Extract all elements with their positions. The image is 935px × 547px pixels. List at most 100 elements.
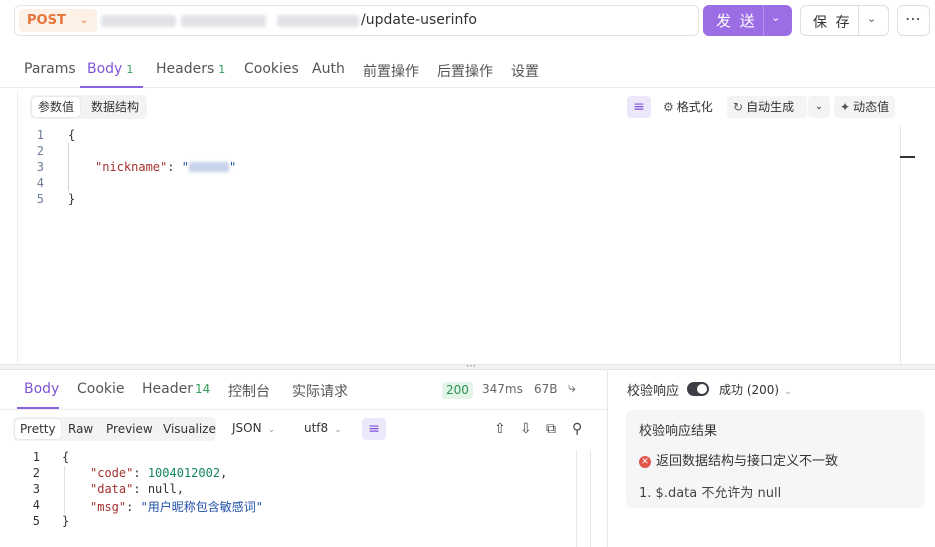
tab-cookies[interactable]: Cookies bbox=[244, 61, 299, 77]
request-tabs: Params Body 1 Headers 1 Cookies Auth 前置操作 … bbox=[0, 52, 935, 88]
method-label: POST bbox=[27, 13, 66, 28]
divider bbox=[607, 370, 608, 547]
tab-actual-request[interactable]: 实际请求 bbox=[292, 381, 348, 401]
format-select[interactable]: JSON ⌄ bbox=[232, 421, 275, 435]
tab-body[interactable]: Body 1 bbox=[87, 61, 133, 77]
tab-response-header[interactable]: Header 14 bbox=[142, 381, 210, 397]
json-key: "code" bbox=[90, 466, 134, 480]
drag-handle-icon[interactable]: ⋯ bbox=[466, 361, 477, 372]
segment-data-structure[interactable]: 数据结构 bbox=[85, 97, 145, 117]
method-select[interactable]: POST ⌄ bbox=[19, 9, 97, 32]
editor-scrollbar[interactable] bbox=[900, 126, 915, 364]
magic-wand-icon: ✦ bbox=[840, 100, 851, 114]
code-line: "msg": "用户昵称包含敏感词" bbox=[90, 500, 264, 514]
encoding-value: utf8 bbox=[304, 421, 329, 435]
chevron-down-icon[interactable]: ⌄ bbox=[867, 12, 876, 25]
save-button[interactable]: 保 存 ⌄ bbox=[800, 5, 889, 36]
tab-response-body[interactable]: Body bbox=[24, 381, 59, 397]
validation-detail: 1. $.data 不允许为 null bbox=[639, 486, 782, 501]
tab-label: Cookies bbox=[244, 61, 299, 77]
validation-status: 成功 (200) bbox=[719, 383, 780, 397]
validation-status-select[interactable]: 成功 (200) ⌄ bbox=[719, 381, 792, 398]
tab-label: Headers bbox=[156, 61, 215, 77]
response-view-segments: Pretty Raw Preview Visualize bbox=[13, 417, 216, 441]
dynamic-value-label: 动态值 bbox=[853, 100, 890, 114]
chevron-down-icon[interactable]: ⌄ bbox=[808, 96, 830, 118]
tab-params[interactable]: Params bbox=[24, 61, 76, 77]
validation-error: ✕ 返回数据结构与接口定义不一致 bbox=[639, 450, 838, 469]
line-number: 4 bbox=[36, 176, 44, 190]
chevron-down-icon: ⌄ bbox=[267, 425, 276, 435]
line-number: 3 bbox=[36, 160, 44, 174]
line-number: 3 bbox=[32, 482, 40, 496]
tab-console[interactable]: 控制台 bbox=[228, 381, 270, 401]
code-line: } bbox=[68, 192, 76, 206]
json-key: "data" bbox=[90, 482, 134, 496]
response-tabs: Body Cookie Header 14 控制台 实际请求 200 347ms … bbox=[0, 372, 607, 410]
search-icon[interactable]: ⚲ bbox=[572, 421, 582, 437]
validate-response-label: 校验响应 bbox=[627, 384, 680, 399]
redacted-value bbox=[188, 162, 229, 172]
auto-generate-label: 自动生成 bbox=[746, 100, 795, 114]
tab-label: 设置 bbox=[511, 64, 539, 80]
code-line: } bbox=[62, 514, 70, 528]
code-line: "code": 1004012002, bbox=[90, 466, 228, 480]
tab-label: Cookie bbox=[77, 381, 125, 397]
download-icon[interactable]: ⇩ bbox=[520, 421, 532, 437]
segment-param-values[interactable]: 参数值 bbox=[32, 97, 81, 117]
tab-settings[interactable]: 设置 bbox=[511, 61, 539, 81]
chevron-down-icon: ⌄ bbox=[79, 15, 88, 26]
dynamic-value-button[interactable]: ✦ 动态值 bbox=[834, 96, 896, 118]
tab-pre-actions[interactable]: 前置操作 bbox=[363, 61, 419, 81]
wrap-lines-icon[interactable]: ≡ bbox=[627, 96, 651, 118]
more-options-button[interactable]: ⋯ bbox=[897, 5, 930, 36]
share-icon[interactable]: ⤷ bbox=[568, 380, 576, 396]
tab-response-cookie[interactable]: Cookie bbox=[77, 381, 125, 397]
tab-headers[interactable]: Headers 1 bbox=[156, 61, 225, 77]
json-string: "用户昵称包含敏感词" bbox=[140, 500, 264, 514]
active-tab-indicator bbox=[80, 86, 143, 88]
view-preview[interactable]: Preview bbox=[101, 419, 158, 439]
redacted-url-part bbox=[277, 15, 359, 27]
format-button[interactable]: ⚙ 格式化 bbox=[657, 96, 719, 118]
view-raw[interactable]: Raw bbox=[63, 419, 98, 439]
status-badge: 200 bbox=[442, 382, 473, 399]
view-visualize[interactable]: Visualize bbox=[158, 419, 221, 439]
url-text[interactable]: /update-userinfo bbox=[361, 12, 477, 28]
json-quote: " bbox=[228, 160, 237, 174]
code-line: "data": null, bbox=[90, 482, 184, 496]
indent-guide bbox=[68, 143, 69, 191]
wrap-lines-icon[interactable]: ≡ bbox=[362, 418, 386, 440]
divider bbox=[590, 450, 591, 547]
body-toolbar: 参数值 数据结构 ≡ ⚙ 格式化 ↻ 自动生成 ⌄ ✦ 动态值 bbox=[0, 90, 935, 126]
upload-icon[interactable]: ⇧ bbox=[494, 421, 506, 437]
line-number: 2 bbox=[36, 144, 44, 158]
validate-toggle[interactable] bbox=[687, 382, 709, 396]
tab-auth[interactable]: Auth bbox=[312, 61, 345, 77]
tab-label: Auth bbox=[312, 61, 345, 77]
tab-label: Params bbox=[24, 61, 76, 77]
tab-post-actions[interactable]: 后置操作 bbox=[437, 61, 493, 81]
send-button[interactable]: 发 送 ⌄ bbox=[703, 5, 792, 36]
chevron-down-icon: ⌄ bbox=[784, 387, 792, 397]
request-url-bar: POST ⌄ /update-userinfo 发 送 ⌄ 保 存 ⌄ ⋯ bbox=[0, 0, 935, 44]
line-number: 2 bbox=[32, 466, 40, 480]
scroll-thumb[interactable] bbox=[900, 156, 915, 158]
response-size: 67B bbox=[534, 382, 558, 396]
editor-scrollbar[interactable] bbox=[576, 450, 577, 547]
chevron-down-icon[interactable]: ⌄ bbox=[771, 11, 780, 24]
view-pretty[interactable]: Pretty bbox=[15, 419, 61, 439]
line-number: 1 bbox=[32, 450, 40, 464]
active-tab-indicator bbox=[17, 407, 59, 409]
encoding-select[interactable]: utf8 ⌄ bbox=[304, 421, 342, 435]
tab-label: 实际请求 bbox=[292, 384, 348, 400]
redacted-url-part bbox=[181, 15, 266, 27]
url-input-box[interactable]: POST ⌄ /update-userinfo bbox=[14, 5, 699, 36]
tab-label: 控制台 bbox=[228, 384, 270, 400]
copy-icon[interactable]: ⧉ bbox=[546, 421, 556, 437]
panel-splitter[interactable]: ⋯ bbox=[0, 361, 935, 372]
json-key: "msg" bbox=[90, 500, 127, 514]
auto-generate-button[interactable]: ↻ 自动生成 bbox=[727, 96, 807, 118]
tab-label: Header bbox=[142, 381, 193, 397]
response-time: 347ms bbox=[482, 382, 523, 396]
